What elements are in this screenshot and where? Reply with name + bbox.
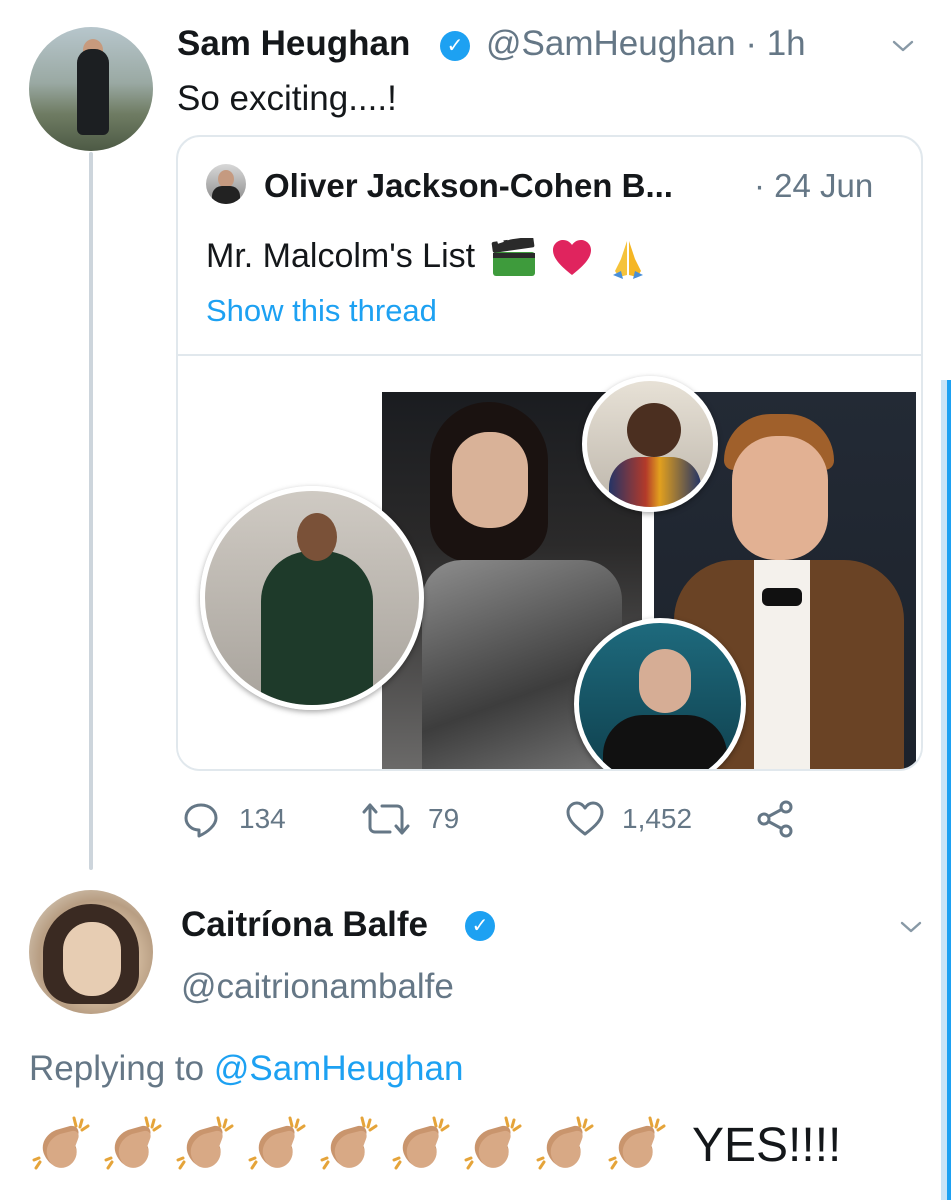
retweet-count: 79 [428,803,460,834]
replying-to: Replying to @SamHeughan [29,1049,463,1089]
clapping-hands-icon [104,1116,162,1170]
author-handle-text: @SamHeughan [486,24,736,63]
image-circle-patterned-shirt [582,376,718,512]
thread-line [89,152,93,870]
replying-to-handle[interactable]: @SamHeughan [214,1049,464,1088]
chevron-down-icon[interactable] [891,34,915,58]
image-circle-green-gown [200,486,424,710]
action-bar: 134 79 1,452 [0,797,951,841]
author-handle[interactable]: @SamHeughan · 1h [486,24,806,64]
tweet-time: · 1h [745,24,806,63]
avatar[interactable] [29,890,153,1014]
clap-emoji-row [30,1114,678,1176]
show-thread-link[interactable]: Show this thread [206,293,437,329]
heart-icon [566,801,604,836]
retweet-icon [362,803,410,835]
reply-icon [184,803,218,838]
clapping-hands-icon [392,1116,450,1170]
author-name[interactable]: Sam Heughan [177,24,410,64]
clapping-hands-icon [608,1116,666,1170]
quoted-text: Mr. Malcolm's List [206,237,476,275]
avatar[interactable] [29,27,153,151]
clapping-hands-icon [464,1116,522,1170]
share-button[interactable] [756,797,796,841]
author-handle[interactable]: @caitrionambalfe [181,967,454,1007]
media-image[interactable] [178,354,921,769]
clapping-hands-icon [320,1116,378,1170]
quoted-author-name: Oliver Jackson-Cohen B... [264,167,673,204]
red-heart-icon [552,240,591,276]
folded-hands-icon [613,241,644,280]
like-button[interactable]: 1,452 [566,797,692,841]
replying-to-prefix: Replying to [29,1049,205,1088]
quoted-date: · 24 Jun [754,167,874,204]
like-count: 1,452 [622,803,693,834]
reply-text: YES!!!! [692,1118,842,1172]
quoted-tweet-card[interactable]: Oliver Jackson-Cohen B... · 24 Jun Mr. M… [176,135,923,771]
verified-icon: ✓ [440,31,470,61]
scrollbar-thumb[interactable] [947,380,951,1200]
retweet-button[interactable]: 79 [360,797,459,841]
author-name[interactable]: Caitríona Balfe [181,905,428,945]
reply-count: 134 [239,803,286,834]
chevron-down-icon[interactable] [899,915,923,939]
share-icon [757,800,793,838]
reply-button[interactable]: 134 [181,797,286,841]
clapping-hands-icon [176,1116,234,1170]
quoted-text-row: Mr. Malcolm's List [206,237,649,280]
verified-icon: ✓ [465,911,495,941]
quoted-avatar [206,164,246,204]
clapper-board-icon [491,238,535,277]
clapping-hands-icon [248,1116,306,1170]
reply-body: YES!!!! [30,1110,841,1180]
clapping-hands-icon [536,1116,594,1170]
tweet-text: So exciting....! [177,79,397,118]
clapping-hands-icon [32,1116,90,1170]
